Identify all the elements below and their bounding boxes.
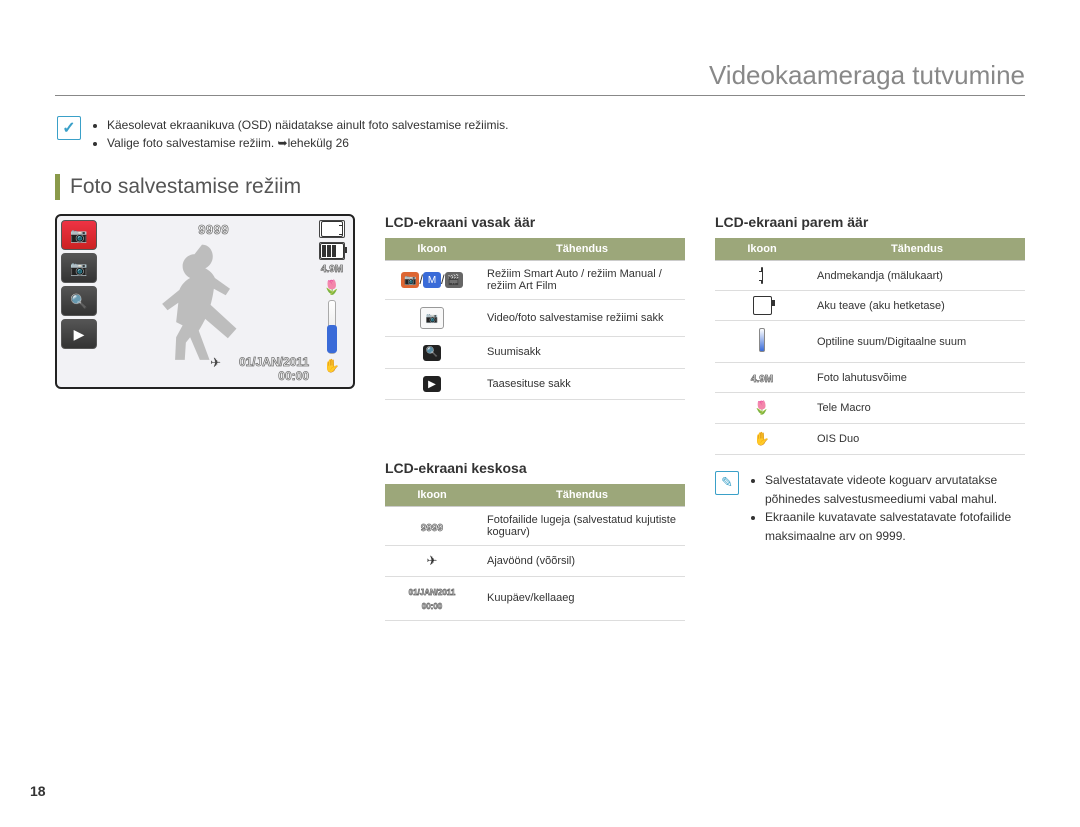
datetime-icon: 01/JAN/2011 00:00 — [385, 577, 479, 621]
pencil-icon: ✎ — [715, 471, 739, 495]
zoombar-icon — [715, 321, 809, 363]
counter-icon: 9999 — [385, 507, 479, 546]
card-icon — [715, 261, 809, 291]
cell-meaning: Tele Macro — [809, 393, 1025, 424]
bottom-note-list: Salvestatavate videote koguarv arvutatak… — [749, 471, 1025, 545]
card-icon — [319, 220, 345, 238]
cell-meaning: Fotofailide lugeja (salvestatud kujutist… — [479, 507, 685, 546]
play-tab-icon: ▶ — [61, 319, 97, 349]
macro-icon: 🌷 — [715, 393, 809, 424]
left-table-heading: LCD-ekraani vasak äär — [385, 214, 685, 230]
bottom-note-item: Salvestatavate videote koguarv arvutatak… — [765, 471, 1025, 508]
right-table-heading: LCD-ekraani parem äär — [715, 214, 1025, 230]
th-meaning: Tähendus — [479, 238, 685, 261]
th-icon: Ikoon — [715, 238, 809, 261]
cell-meaning: Optiline suum/Digitaalne suum — [809, 321, 1025, 363]
column-middle: LCD-ekraani vasak äär Ikoon Tähendus 📷/M… — [385, 214, 685, 621]
th-icon: Ikoon — [385, 484, 479, 507]
table-row: ✋ OIS Duo — [715, 424, 1025, 455]
resolution-icon: 4.9M — [715, 363, 809, 393]
th-meaning: Tähendus — [479, 484, 685, 507]
cell-meaning: Andmekandja (mälukaart) — [809, 261, 1025, 291]
cell-meaning: OIS Duo — [809, 424, 1025, 455]
cell-meaning: Video/foto salvestamise režiimi sakk — [479, 300, 685, 337]
mode-tab-icon: 📷 — [61, 220, 97, 250]
battery-icon — [715, 291, 809, 321]
top-note-item: Käesolevat ekraanikuva (OSD) näidatakse … — [107, 116, 509, 134]
lcd-time: 00:00 — [278, 369, 309, 383]
table-row: ▶ Taasesituse sakk — [385, 368, 685, 400]
left-table: Ikoon Tähendus 📷/M/🎬 Režiim Smart Auto /… — [385, 238, 685, 400]
record-tab-icon: 📷 — [61, 253, 97, 283]
lcd-date: 01/JAN/2011 — [239, 355, 309, 369]
macro-icon: 🌷 — [323, 279, 340, 296]
ois-icon: ✋ — [715, 424, 809, 455]
check-icon: ✓ — [57, 116, 81, 140]
table-row: 🔍 Suumisakk — [385, 337, 685, 369]
cell-meaning: Režiim Smart Auto / režiim Manual / reži… — [479, 261, 685, 300]
top-note-list: Käesolevat ekraanikuva (OSD) näidatakse … — [107, 116, 509, 152]
table-row: Optiline suum/Digitaalne suum — [715, 321, 1025, 363]
cell-meaning: Suumisakk — [479, 337, 685, 369]
section-accent-bar — [55, 174, 60, 200]
table-row: 9999 Fotofailide lugeja (salvestatud kuj… — [385, 507, 685, 546]
lcd-preview: 📷 📷 🔍 ▶ 9999 4.9M 🌷 ✋ — [55, 214, 355, 389]
zoom-tab-icon: 🔍 — [61, 286, 97, 316]
cell-meaning: Ajavöönd (võõrsil) — [479, 546, 685, 577]
table-row: Aku teave (aku hetketase) — [715, 291, 1025, 321]
lcd-left-tabs: 📷 📷 🔍 ▶ — [61, 220, 95, 349]
top-note-item: Valige foto salvestamise režiim. ➥lehekü… — [107, 134, 509, 152]
column-left: 📷 📷 🔍 ▶ 9999 4.9M 🌷 ✋ — [55, 214, 355, 621]
table-row: Andmekandja (mälukaart) — [715, 261, 1025, 291]
lcd-counter: 9999 — [198, 222, 229, 237]
page-number: 18 — [30, 783, 46, 799]
cell-meaning: Kuupäev/kellaaeg — [479, 577, 685, 621]
content-columns: 📷 📷 🔍 ▶ 9999 4.9M 🌷 ✋ — [55, 214, 1025, 621]
bottom-note: ✎ Salvestatavate videote koguarv arvutat… — [715, 471, 1025, 545]
table-row: 🌷 Tele Macro — [715, 393, 1025, 424]
resolution-label: 4.9M — [321, 264, 343, 275]
page: Videokaameraga tutvumine ✓ Käesolevat ek… — [0, 0, 1080, 827]
timezone-icon: ✈ — [385, 546, 479, 577]
table-row: 4.9M Foto lahutusvõime — [715, 363, 1025, 393]
cell-meaning: Taasesituse sakk — [479, 368, 685, 400]
clock-icon: ✈ — [210, 355, 221, 371]
table-row: 01/JAN/2011 00:00 Kuupäev/kellaaeg — [385, 577, 685, 621]
bottom-note-item: Ekraanile kuvatavate salvestatavate foto… — [765, 508, 1025, 545]
table-row: 📷 Video/foto salvestamise režiimi sakk — [385, 300, 685, 337]
th-meaning: Tähendus — [809, 238, 1025, 261]
chapter-title: Videokaameraga tutvumine — [55, 60, 1025, 91]
section-title: Foto salvestamise režiim — [70, 175, 301, 199]
cell-meaning: Foto lahutusvõime — [809, 363, 1025, 393]
top-callout: ✓ Käesolevat ekraanikuva (OSD) näidataks… — [57, 116, 1025, 152]
zoom-bar-icon — [328, 300, 336, 354]
ois-icon: ✋ — [324, 358, 340, 374]
battery-icon — [319, 242, 345, 260]
center-table-heading: LCD-ekraani keskosa — [385, 460, 685, 476]
lcd-right-strip: 4.9M 🌷 ✋ — [315, 220, 349, 374]
column-right: LCD-ekraani parem äär Ikoon Tähendus And… — [715, 214, 1025, 621]
th-icon: Ikoon — [385, 238, 479, 261]
zoom-tab-icon: 🔍 — [385, 337, 479, 369]
divider — [55, 95, 1025, 96]
table-row: ✈ Ajavöönd (võõrsil) — [385, 546, 685, 577]
center-table: Ikoon Tähendus 9999 Fotofailide lugeja (… — [385, 484, 685, 621]
cell-meaning: Aku teave (aku hetketase) — [809, 291, 1025, 321]
mode-triple-icon: 📷/M/🎬 — [385, 261, 479, 300]
right-table: Ikoon Tähendus Andmekandja (mälukaart) A… — [715, 238, 1025, 455]
table-row: 📷/M/🎬 Režiim Smart Auto / režiim Manual … — [385, 261, 685, 300]
section-heading: Foto salvestamise režiim — [55, 174, 1025, 200]
play-tab-icon: ▶ — [385, 368, 479, 400]
rec-tab-icon: 📷 — [385, 300, 479, 337]
